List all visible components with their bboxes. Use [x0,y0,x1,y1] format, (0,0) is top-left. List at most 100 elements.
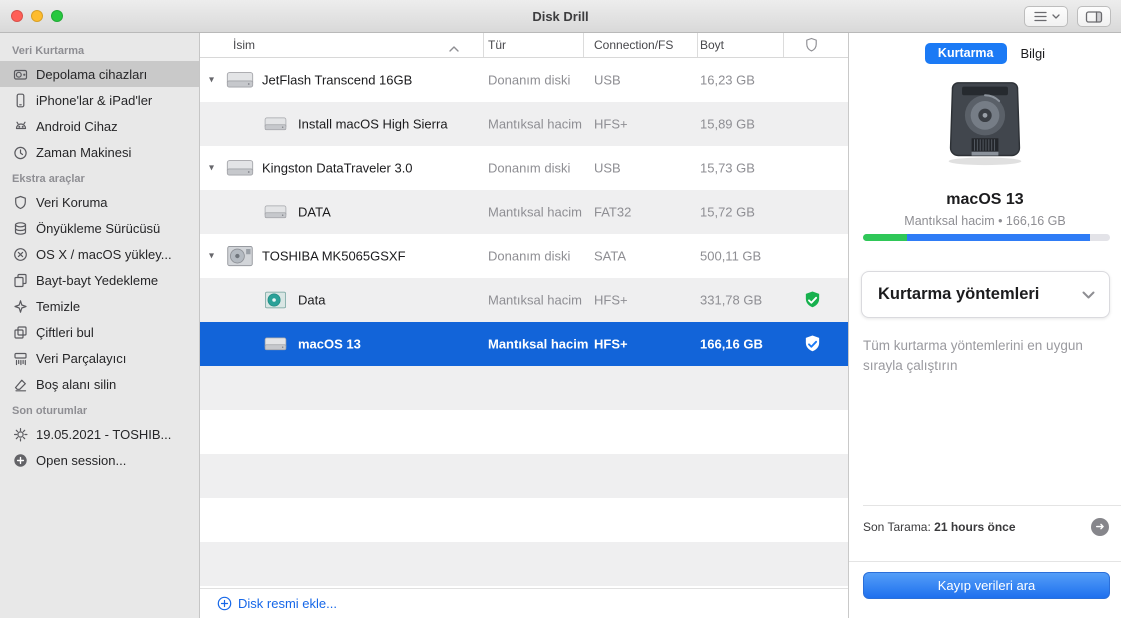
disclosure-triangle[interactable]: ▾ [209,75,214,86]
sort-ascending-icon[interactable] [449,41,459,55]
sidebar-item-byte-backup[interactable]: Bayt-bayt Yedekleme [0,267,199,293]
shredder-icon [13,351,28,366]
external-drive-icon [226,158,254,179]
list-view-icon [1033,10,1048,23]
plus-circle-icon [13,453,28,468]
tab-info[interactable]: Bilgi [1021,46,1046,61]
sidebar-item-open-session[interactable]: Open session... [0,447,199,473]
column-divider [483,33,484,57]
table-row-jetflash[interactable]: ▾ JetFlash Transcend 16GB Donanım diski … [200,58,848,102]
sidebar-item-label: 19.05.2021 - TOSHIB... [36,427,171,442]
sidebar-item-label: Open session... [36,453,126,468]
circled-x-icon [13,247,28,262]
search-lost-data-button[interactable]: Kayıp verileri ara [863,572,1110,599]
column-divider [697,33,698,57]
sidebar-item-recent-session[interactable]: 19.05.2021 - TOSHIB... [0,421,199,447]
chevron-down-icon [1052,14,1060,19]
last-scan-label: Son Tarama: [863,520,931,534]
sidebar-item-time-machine[interactable]: Zaman Makinesi [0,139,199,165]
column-header-name[interactable]: İsim [233,38,255,52]
sidebar-item-storage-devices[interactable]: Depolama cihazları [0,61,199,87]
column-header-size[interactable]: Boyt [700,38,724,52]
sidebar-item-label: Bayt-bayt Yedekleme [36,273,158,288]
sparkle-icon [13,299,28,314]
sidebar-item-android-device[interactable]: Android Cihaz [0,113,199,139]
table-header: İsim Tür Connection/FS Boyt [200,33,848,58]
recovery-progress [863,234,1110,241]
row-type: Mantıksal hacim [488,205,582,220]
disclosure-triangle[interactable]: ▾ [209,163,214,174]
sidebar-item-label: Android Cihaz [36,119,118,134]
sidebar-item-erase-free-space[interactable]: Boş alanı silin [0,371,199,397]
disclosure-triangle[interactable]: ▾ [209,251,214,262]
sidebar-item-label: Önyükleme Sürücüsü [36,221,160,236]
last-scan-value: 21 hours önce [934,520,1015,534]
view-options-button[interactable] [1024,6,1068,27]
disk-drill-window: Disk Drill Veri Kurtarma Depolama cihazl… [0,0,1121,618]
table-row-data-fat32[interactable]: DATA Mantıksal hacim FAT32 15,72 GB [200,190,848,234]
volume-icon [264,291,287,310]
table-row-macos13-selected[interactable]: macOS 13 Mantıksal hacim HFS+ 166,16 GB [200,322,848,366]
column-divider [583,33,584,57]
row-type: Donanım diski [488,73,570,88]
sidebar-section-title: Ekstra araçlar [0,165,199,189]
divider [863,505,1121,506]
sidebar-item-clean-up[interactable]: Temizle [0,293,199,319]
row-connection: SATA [594,249,626,264]
divider [849,561,1121,562]
device-table: İsim Tür Connection/FS Boyt ▾ JetFlash T… [200,33,848,618]
eraser-icon [13,377,28,392]
column-header-connection[interactable]: Connection/FS [594,38,673,52]
sidebar-item-find-duplicates[interactable]: Çiftleri bul [0,319,199,345]
methods-description: Tüm kurtarma yöntemlerini en uygun sıray… [863,336,1099,377]
row-type: Mantıksal hacim [488,117,582,132]
open-last-scan-button[interactable]: ➜ [1091,518,1109,536]
tab-recovery[interactable]: Kurtarma [925,43,1007,64]
toggle-sidebar-button[interactable] [1077,6,1111,27]
sidebar-item-boot-drive[interactable]: Önyükleme Sürücüsü [0,215,199,241]
row-name: TOSHIBA MK5065GSXF [262,249,406,264]
recovery-methods-dropdown[interactable]: Kurtarma yöntemleri [861,271,1110,318]
table-row-data-hfs[interactable]: Data Mantıksal hacim HFS+ 331,78 GB [200,278,848,322]
backup-copy-icon [13,273,28,288]
row-name: JetFlash Transcend 16GB [262,73,412,88]
sidebar-item-label: Zaman Makinesi [36,145,131,160]
window-title: Disk Drill [0,0,1121,33]
row-name: Data [298,293,325,308]
row-size: 15,72 GB [700,205,755,220]
sidebar-section-title: Veri Kurtarma [0,37,199,61]
row-size: 16,23 GB [700,73,755,88]
duplicates-icon [13,325,28,340]
sidebar-item-osx-installer[interactable]: OS X / macOS yükley... [0,241,199,267]
selected-disk-name: macOS 13 [849,191,1121,209]
row-name: DATA [298,205,331,220]
hard-drive-image [937,79,1033,167]
row-connection: FAT32 [594,205,631,220]
sidebar-item-label: Boş alanı silin [36,377,116,392]
row-connection: USB [594,161,621,176]
sidebar-item-data-protection[interactable]: Veri Koruma [0,189,199,215]
row-size: 500,11 GB [700,249,761,264]
sidebar-item-label: Çiftleri bul [36,325,94,340]
sidebar-item-data-shredder[interactable]: Veri Parçalayıcı [0,345,199,371]
sidebar: Veri Kurtarma Depolama cihazları iPhone'… [0,33,200,618]
volume-icon [264,335,287,353]
column-header-type[interactable]: Tür [488,38,506,52]
table-row-toshiba[interactable]: ▾ TOSHIBA MK5065GSXF Donanım diski SATA … [200,234,848,278]
row-type: Donanım diski [488,249,570,264]
table-row-kingston[interactable]: ▾ Kingston DataTraveler 3.0 Donanım disk… [200,146,848,190]
sidebar-item-label: Veri Koruma [36,195,108,210]
internal-drive-icon [226,245,254,268]
chevron-down-icon [1082,286,1095,304]
sidebar-item-iphones-ipads[interactable]: iPhone'lar & iPad'ler [0,87,199,113]
row-connection: HFS+ [594,117,628,132]
row-name: macOS 13 [298,337,361,352]
shield-column-icon[interactable] [805,37,818,56]
mounted-check-badge [803,335,822,354]
row-connection: HFS+ [594,293,628,308]
internal-drive-icon [13,67,28,82]
table-row-install-macos[interactable]: Install macOS High Sierra Mantıksal haci… [200,102,848,146]
time-machine-icon [13,145,28,160]
row-type: Mantıksal hacim [488,337,588,352]
attach-disk-image-link[interactable]: Disk resmi ekle... [238,596,337,611]
